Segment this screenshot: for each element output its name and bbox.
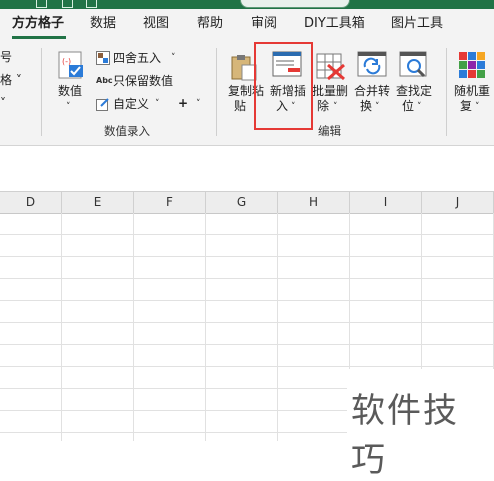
window-control-icon[interactable]: [36, 0, 47, 8]
column-header-d[interactable]: D: [0, 192, 62, 213]
custom-icon: [96, 97, 110, 111]
tab-review[interactable]: 审阅: [251, 9, 277, 39]
tab-fangfanggezi[interactable]: 方方格子: [12, 9, 64, 39]
batch-delete-icon[interactable]: [316, 53, 345, 81]
tab-data[interactable]: 数据: [90, 9, 116, 39]
numeric-value-icon[interactable]: (-): [57, 51, 85, 79]
column-header-g[interactable]: G: [206, 192, 278, 213]
highlight-box: [254, 42, 313, 130]
grid-line: [0, 322, 494, 323]
chevron-down-icon[interactable]: ˅: [475, 99, 480, 115]
grid-line: [0, 366, 494, 367]
column-header-h[interactable]: H: [278, 192, 350, 213]
batch-delete-button-line2[interactable]: 除: [317, 98, 329, 114]
tab-help[interactable]: 帮助: [197, 9, 223, 39]
merge-convert-icon[interactable]: [357, 51, 387, 79]
clipped-label[interactable]: 号: [0, 49, 12, 65]
find-locate-button-line2[interactable]: 位: [402, 98, 414, 114]
group-label-edit: 编辑: [318, 124, 341, 138]
chevron-down-icon[interactable]: ˅: [155, 96, 160, 112]
find-locate-button[interactable]: 查找定: [396, 83, 432, 99]
svg-text:(-): (-): [62, 57, 71, 66]
grid-line: [61, 213, 62, 441]
plus-icon[interactable]: +: [178, 95, 188, 111]
column-headers: D E F G H I J: [0, 191, 494, 214]
window-control-icon[interactable]: [86, 0, 97, 8]
formula-bar-area[interactable]: [0, 146, 494, 184]
keep-values-button[interactable]: 只保留数值: [113, 73, 173, 89]
merge-convert-button-line2[interactable]: 换: [360, 98, 372, 114]
ribbon-tabs: 方方格子 数据 视图 帮助 审阅 DIY工具箱 图片工具: [0, 9, 494, 39]
tab-diy-toolbox[interactable]: DIY工具箱: [304, 9, 365, 39]
tab-picture-tools[interactable]: 图片工具: [391, 9, 443, 39]
grid-line: [0, 344, 494, 345]
random-repeat-icon[interactable]: [458, 51, 486, 79]
tab-view[interactable]: 视图: [143, 9, 169, 39]
grid-line: [0, 256, 494, 257]
chevron-down-icon[interactable]: ˅: [417, 99, 422, 115]
copy-paste-button-line2[interactable]: 贴: [234, 98, 246, 114]
grid-line: [205, 213, 206, 441]
grid-line: [277, 213, 278, 441]
round-icon: [96, 51, 110, 65]
batch-delete-button[interactable]: 批量删: [312, 83, 348, 99]
grid-line: [0, 234, 494, 235]
grid-line: [0, 300, 494, 301]
column-header-j[interactable]: J: [422, 192, 494, 213]
window-control-icon[interactable]: [62, 0, 73, 8]
merge-convert-button[interactable]: 合并转: [354, 83, 390, 99]
clipped-label[interactable]: ˅: [0, 95, 6, 111]
grid-line: [0, 278, 494, 279]
grid-line: [133, 213, 134, 441]
column-header-e[interactable]: E: [62, 192, 134, 213]
random-repeat-button[interactable]: 随机重: [454, 83, 490, 99]
chevron-down-icon[interactable]: ˅: [375, 99, 380, 115]
title-bar: [0, 0, 494, 9]
chevron-down-icon[interactable]: ˅: [66, 99, 71, 115]
chevron-down-icon[interactable]: ˅: [196, 96, 201, 112]
group-label-numeric: 数值录入: [104, 124, 150, 138]
group-separator: [216, 48, 217, 136]
find-locate-icon[interactable]: [399, 51, 427, 79]
numeric-value-button[interactable]: 数值: [58, 83, 82, 99]
watermark: 软件技巧: [347, 369, 494, 480]
column-header-f[interactable]: F: [134, 192, 206, 213]
watermark-text: 软件技巧: [351, 391, 459, 480]
random-repeat-button-line2[interactable]: 复: [460, 98, 472, 114]
clipped-label[interactable]: 格 ˅: [0, 72, 22, 88]
round-button[interactable]: 四舍五入: [113, 50, 161, 66]
group-separator: [41, 48, 42, 136]
group-separator: [446, 48, 447, 136]
chevron-down-icon[interactable]: ˅: [171, 50, 176, 66]
abc-icon: Abc: [96, 76, 113, 85]
column-header-i[interactable]: I: [350, 192, 422, 213]
chevron-down-icon[interactable]: ˅: [333, 99, 338, 115]
custom-button[interactable]: 自定义: [113, 96, 149, 112]
search-box[interactable]: [240, 0, 350, 8]
